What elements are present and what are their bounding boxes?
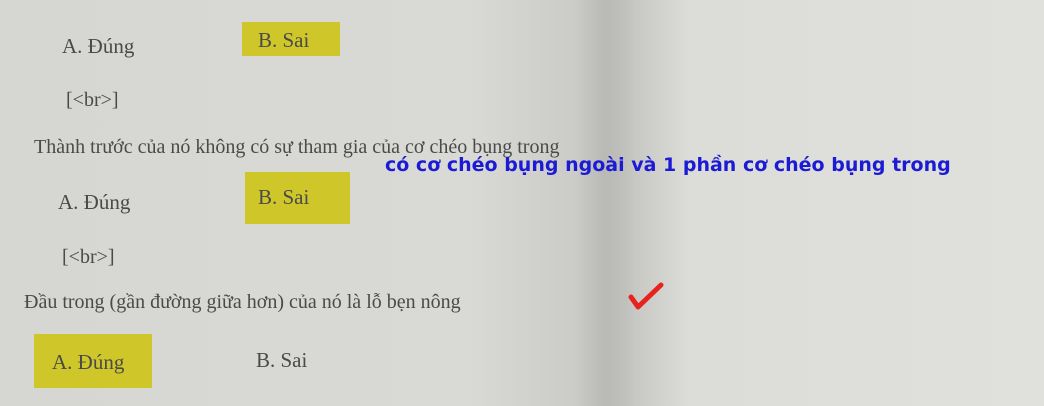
- q2-annotation: có cơ chéo bụng ngoài và 1 phần cơ chéo …: [385, 154, 951, 176]
- q1-option-a: A. Đúng: [62, 34, 135, 58]
- q3-option-b: B. Sai: [256, 348, 308, 372]
- q3-statement: Đầu trong (gần đường giữa hơn) của nó là…: [24, 291, 461, 313]
- checkmark-icon: [628, 282, 664, 310]
- q2-option-a: A. Đúng: [58, 190, 131, 214]
- q2-break-tag: [<br>]: [66, 89, 119, 111]
- q3-break-tag: [<br>]: [62, 246, 115, 268]
- q1-option-b: B. Sai: [258, 28, 310, 52]
- q3-option-a: A. Đúng: [52, 350, 125, 374]
- q2-option-b: B. Sai: [258, 185, 310, 209]
- paper-fold-shadow: [575, 0, 635, 406]
